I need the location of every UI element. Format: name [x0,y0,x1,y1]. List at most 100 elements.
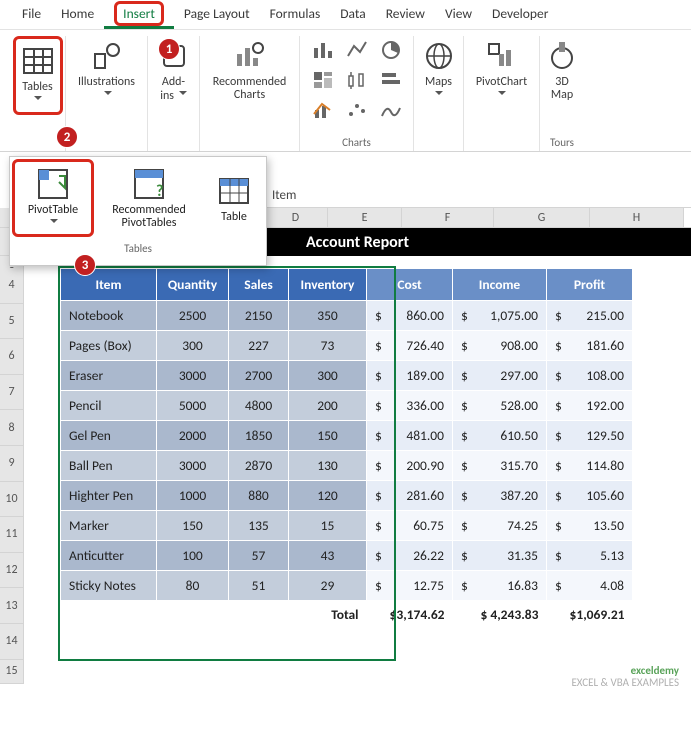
cell-profit[interactable]: $4.08 [547,571,633,601]
cell-qty[interactable]: 1000 [157,481,229,511]
table-row[interactable]: Pages (Box)30022773$726.40$908.00$181.60 [61,331,633,361]
ribbon-tab-file[interactable]: File [12,0,51,29]
col-header[interactable]: E [328,208,402,227]
chart-pie-icon[interactable] [377,38,405,62]
row-header[interactable]: 10 [0,482,24,518]
table-row[interactable]: Highter Pen1000880120$281.60$387.20$105.… [61,481,633,511]
col-cost[interactable]: Cost [367,269,453,301]
cell-income[interactable]: $74.25 [453,511,547,541]
cell-qty[interactable]: 2000 [157,421,229,451]
col-profit[interactable]: Profit [547,269,633,301]
cell-inv[interactable]: 350 [289,301,367,331]
row-header[interactable]: 12 [0,553,24,589]
cell-cost[interactable]: $860.00 [367,301,453,331]
cell-item[interactable]: Pencil [61,391,157,421]
cell-cost[interactable]: $26.22 [367,541,453,571]
col-item[interactable]: Item [61,269,157,301]
cell-sales[interactable]: 4800 [229,391,289,421]
ribbon-tab-data[interactable]: Data [330,0,375,29]
cell-qty[interactable]: 5000 [157,391,229,421]
row-header[interactable]: 7 [0,375,24,411]
cell-sales[interactable]: 2150 [229,301,289,331]
cell-profit[interactable]: $108.00 [547,361,633,391]
table-button[interactable]: Table [202,157,266,239]
cell-sales[interactable]: 57 [229,541,289,571]
col-quantity[interactable]: Quantity [157,269,229,301]
table-row[interactable]: Anticutter1005743$26.22$31.35$5.13 [61,541,633,571]
cell-qty[interactable]: 300 [157,331,229,361]
cell-income[interactable]: $16.83 [453,571,547,601]
cell-qty[interactable]: 2500 [157,301,229,331]
row-header[interactable]: 9 [0,446,24,482]
cell-income[interactable]: $387.20 [453,481,547,511]
row-header[interactable]: 8 [0,410,24,446]
table-row[interactable]: Gel Pen20001850150$481.00$610.50$129.50 [61,421,633,451]
table-row[interactable]: Eraser30002700300$189.00$297.00$108.00 [61,361,633,391]
cell-sales[interactable]: 2700 [229,361,289,391]
cell-qty[interactable]: 80 [157,571,229,601]
cell-cost[interactable]: $200.90 [367,451,453,481]
cell-profit[interactable]: $105.60 [547,481,633,511]
cell-item[interactable]: Sticky Notes [61,571,157,601]
ribbon-tab-formulas[interactable]: Formulas [260,0,331,29]
table-row[interactable]: Ball Pen30002870130$200.90$315.70$114.80 [61,451,633,481]
cell-income[interactable]: $528.00 [453,391,547,421]
cell-inv[interactable]: 130 [289,451,367,481]
ribbon-tab-insert[interactable]: Insert [104,0,174,29]
row-header[interactable]: 4 [0,268,24,304]
table-row[interactable]: Sticky Notes805129$12.75$16.83$4.08 [61,571,633,601]
ribbon-tab-view[interactable]: View [435,0,482,29]
3dmap-button[interactable]: 3D Map [542,36,582,104]
pivotchart-button[interactable]: PivotChart [472,36,531,105]
tables-button[interactable]: Tables [18,41,58,110]
recommended-charts-button[interactable]: Recommended Charts [209,36,291,104]
cell-cost[interactable]: $726.40 [367,331,453,361]
cell-cost[interactable]: $60.75 [367,511,453,541]
cell-income[interactable]: $1,075.00 [453,301,547,331]
cell-qty[interactable]: 150 [157,511,229,541]
cell-sales[interactable]: 227 [229,331,289,361]
table-row[interactable]: Marker15013515$60.75$74.25$13.50 [61,511,633,541]
chart-combo-icon[interactable] [309,98,337,122]
table-row[interactable]: Pencil50004800200$336.00$528.00$192.00 [61,391,633,421]
col-header[interactable]: G [494,208,590,227]
cell-item[interactable]: Marker [61,511,157,541]
cell-inv[interactable]: 300 [289,361,367,391]
cell-sales[interactable]: 880 [229,481,289,511]
formula-bar[interactable]: Item [262,184,691,208]
chart-hierarchy-icon[interactable] [309,68,337,92]
cell-profit[interactable]: $192.00 [547,391,633,421]
maps-button[interactable]: Maps [419,36,459,105]
row-header[interactable]: 15 [0,660,24,684]
col-sales[interactable]: Sales [229,269,289,301]
cell-profit[interactable]: $129.50 [547,421,633,451]
cell-profit[interactable]: $114.80 [547,451,633,481]
row-header[interactable]: 14 [0,624,24,660]
cell-qty[interactable]: 100 [157,541,229,571]
cell-item[interactable]: Anticutter [61,541,157,571]
row-header[interactable]: 6 [0,339,24,375]
cell-sales[interactable]: 51 [229,571,289,601]
ribbon-tab-page-layout[interactable]: Page Layout [174,0,260,29]
cell-income[interactable]: $31.35 [453,541,547,571]
cell-profit[interactable]: $181.60 [547,331,633,361]
cell-cost[interactable]: $189.00 [367,361,453,391]
col-header[interactable]: H [590,208,684,227]
recommended-pivottables-button[interactable]: ? Recommended PivotTables [96,157,202,239]
col-inventory[interactable]: Inventory [289,269,367,301]
cell-profit[interactable]: $215.00 [547,301,633,331]
chart-column-icon[interactable] [309,38,337,62]
col-header[interactable]: F [402,208,494,227]
cell-income[interactable]: $610.50 [453,421,547,451]
cell-item[interactable]: Eraser [61,361,157,391]
cell-qty[interactable]: 3000 [157,451,229,481]
cell-inv[interactable]: 73 [289,331,367,361]
chart-scatter-icon[interactable] [343,98,371,122]
cell-inv[interactable]: 29 [289,571,367,601]
cell-item[interactable]: Ball Pen [61,451,157,481]
cell-income[interactable]: $297.00 [453,361,547,391]
illustrations-button[interactable]: Illustrations [74,36,139,105]
ribbon-tab-review[interactable]: Review [376,0,435,29]
cell-cost[interactable]: $281.60 [367,481,453,511]
row-header[interactable]: 5 [0,304,24,340]
